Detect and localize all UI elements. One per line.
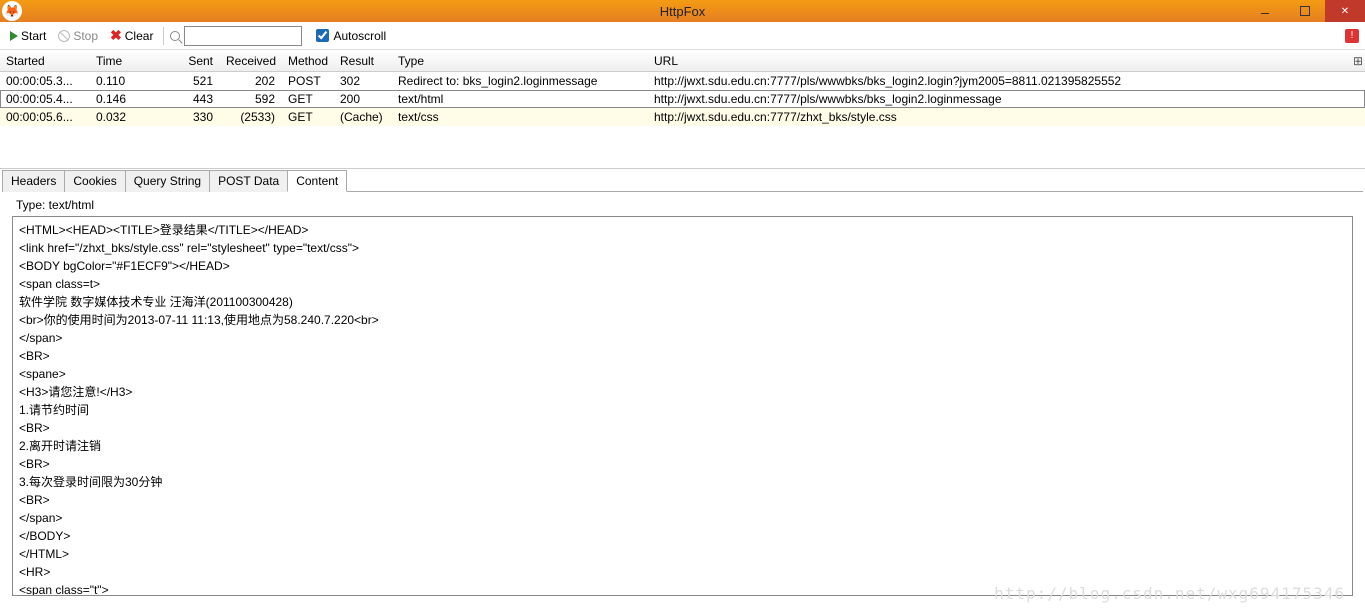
minimize-button[interactable] <box>1245 0 1285 22</box>
clear-label: Clear <box>125 29 154 43</box>
stop-button[interactable]: Stop <box>54 27 102 45</box>
autoscroll-checkbox[interactable]: Autoscroll <box>316 29 386 43</box>
col-sent[interactable]: Sent <box>160 52 220 70</box>
window-title: HttpFox <box>660 4 706 19</box>
table-row[interactable]: 00:00:05.3... 0.110 521 202 POST 302 Red… <box>0 72 1365 90</box>
autoscroll-input[interactable] <box>316 29 329 42</box>
clear-icon: ✖ <box>110 27 122 44</box>
separator <box>163 27 164 45</box>
col-started[interactable]: Started <box>0 52 90 70</box>
search-input[interactable] <box>184 26 302 46</box>
search-icon <box>170 31 180 41</box>
col-result[interactable]: Result <box>334 52 392 70</box>
title-bar: 🦊 HttpFox <box>0 0 1365 22</box>
stop-label: Stop <box>73 29 98 43</box>
start-label: Start <box>21 29 46 43</box>
close-button[interactable] <box>1325 0 1365 22</box>
content-type-label: Type: text/html <box>16 198 1353 212</box>
column-options-icon[interactable]: ⊞ <box>1347 52 1365 70</box>
table-row[interactable]: 00:00:05.6... 0.032 330 (2533) GET (Cach… <box>0 108 1365 126</box>
col-time[interactable]: Time <box>90 52 160 70</box>
maximize-button[interactable] <box>1285 0 1325 22</box>
tab-content[interactable]: Content <box>287 170 347 192</box>
play-icon <box>10 31 18 41</box>
col-url[interactable]: URL <box>648 52 1347 70</box>
stop-icon <box>58 30 70 42</box>
grid-header: Started Time Sent Received Method Result… <box>0 50 1365 72</box>
autoscroll-label: Autoscroll <box>333 29 386 43</box>
clear-button[interactable]: ✖ Clear <box>106 25 157 46</box>
alert-icon[interactable]: ! <box>1345 29 1359 43</box>
tab-query-string[interactable]: Query String <box>125 170 210 192</box>
firefox-icon: 🦊 <box>2 1 22 21</box>
col-type[interactable]: Type <box>392 52 648 70</box>
request-grid: Started Time Sent Received Method Result… <box>0 50 1365 169</box>
table-row-selected[interactable]: 00:00:05.4... 0.146 443 592 GET 200 text… <box>0 90 1365 108</box>
detail-tabs: Headers Cookies Query String POST Data C… <box>2 169 1363 192</box>
tab-cookies[interactable]: Cookies <box>64 170 125 192</box>
content-panel: Type: text/html <HTML><HEAD><TITLE>登录结果<… <box>6 198 1359 596</box>
tab-headers[interactable]: Headers <box>2 170 65 192</box>
tab-post-data[interactable]: POST Data <box>209 170 288 192</box>
start-button[interactable]: Start <box>6 27 50 45</box>
toolbar: Start Stop ✖ Clear Autoscroll ! <box>0 22 1365 50</box>
content-textarea[interactable]: <HTML><HEAD><TITLE>登录结果</TITLE></HEAD> <… <box>12 216 1353 596</box>
col-received[interactable]: Received <box>220 52 282 70</box>
col-method[interactable]: Method <box>282 52 334 70</box>
